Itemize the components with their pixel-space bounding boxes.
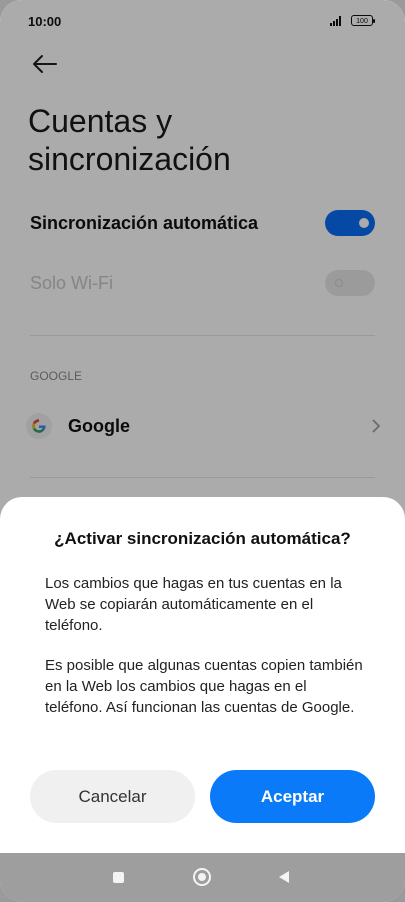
recents-icon[interactable] [113, 872, 124, 883]
system-nav-bar [0, 853, 405, 902]
back-icon[interactable] [279, 871, 289, 883]
home-icon[interactable] [193, 868, 211, 886]
cancel-button[interactable]: Cancelar [30, 770, 195, 823]
dialog-paragraph-2: Es posible que algunas cuentas copien ta… [45, 657, 363, 716]
confirm-dialog: ¿Activar sincronización automática? Los … [0, 497, 405, 853]
accept-button[interactable]: Aceptar [210, 770, 375, 823]
phone-screen: 10:00 100 Cuentas y sincronización Sincr… [0, 0, 405, 902]
dialog-paragraph-1: Los cambios que hagas en tus cuentas en … [45, 575, 342, 634]
dialog-title: ¿Activar sincronización automática? [54, 529, 351, 548]
